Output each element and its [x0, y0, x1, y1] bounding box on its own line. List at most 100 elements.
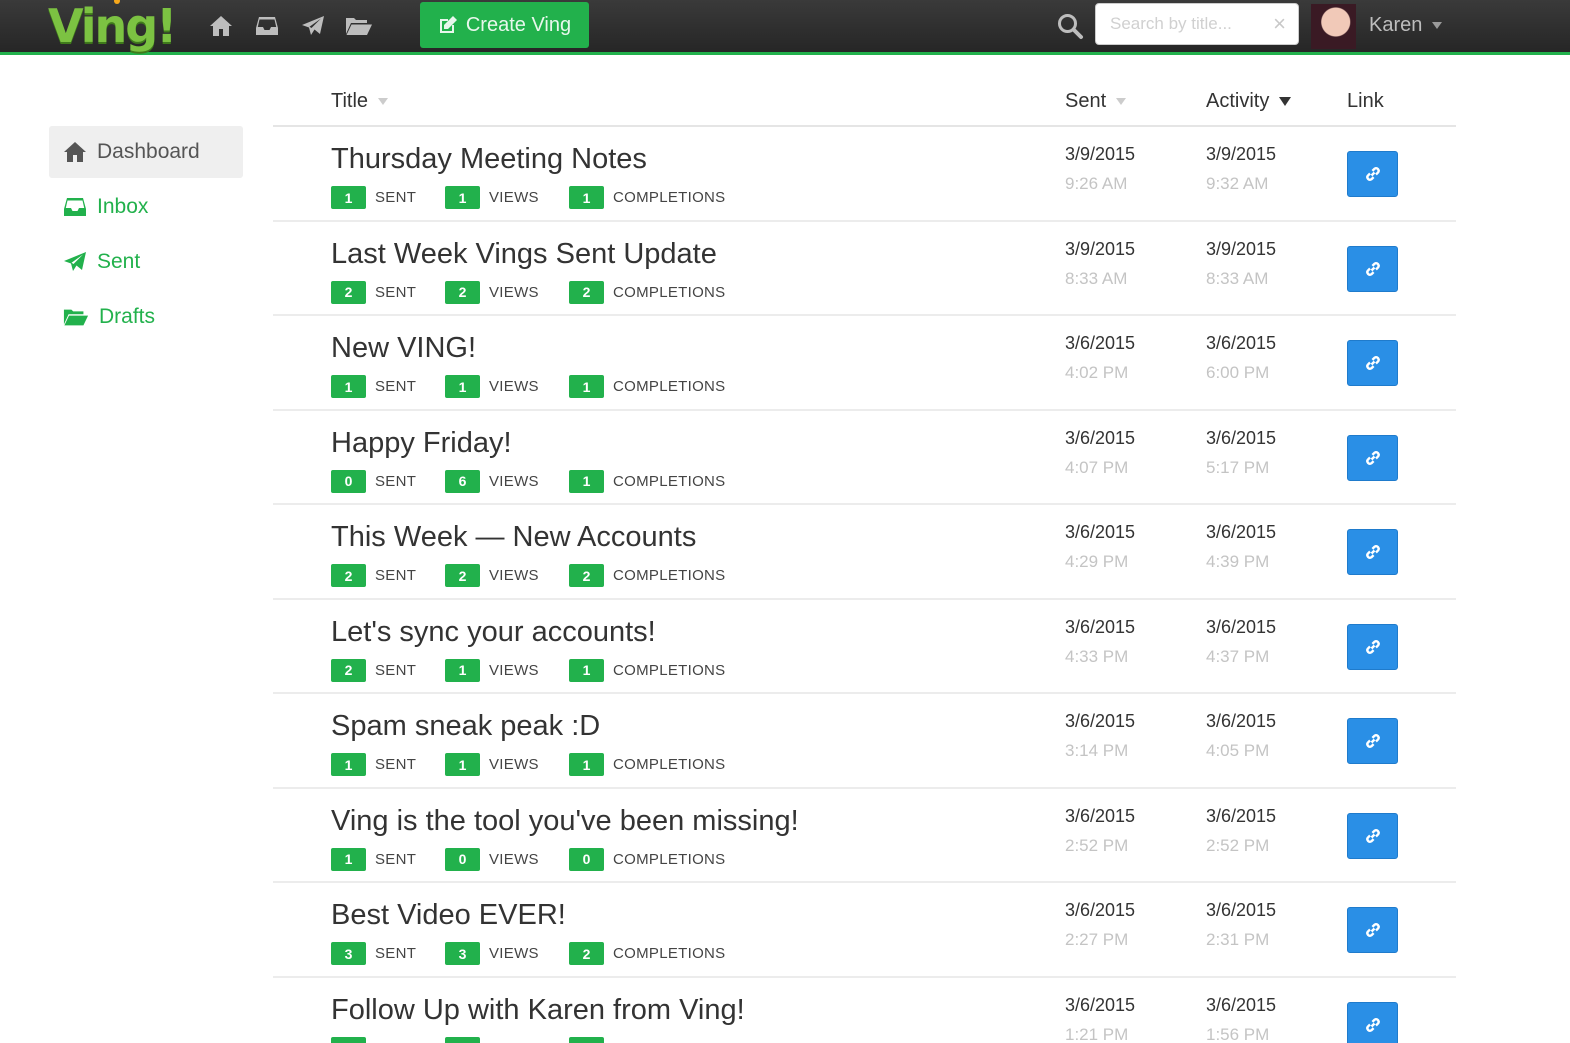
ving-stats: 0 SENT 6 VIEWS 1 COMPLETIONS — [331, 469, 726, 493]
copy-link-button[interactable] — [1347, 245, 1398, 292]
sidebar-item-sent[interactable]: Sent — [49, 236, 243, 288]
completions-label: COMPLETIONS — [613, 283, 726, 301]
clear-search-icon[interactable]: × — [1273, 12, 1286, 36]
sidebar-item-dashboard[interactable]: Dashboard — [49, 126, 243, 178]
create-ving-button[interactable]: Create Ving — [420, 2, 589, 48]
completions-label: COMPLETIONS — [613, 945, 726, 962]
user-name[interactable]: Karen — [1369, 14, 1422, 37]
stat-completions: 0 COMPLETIONS — [569, 847, 725, 871]
activity-time: 4:39 PM — [1206, 552, 1270, 571]
activity-datetime: 3/6/2015 2:31 PM — [1206, 900, 1316, 950]
sidebar-item-inbox[interactable]: Inbox — [49, 181, 243, 233]
stat-views: 3 VIEWS — [445, 942, 569, 965]
inbox-icon[interactable] — [251, 10, 283, 42]
sent-datetime: 3/6/2015 4:33 PM — [1065, 617, 1175, 667]
ving-title[interactable]: New VING! — [331, 332, 476, 365]
edit-icon — [439, 16, 457, 33]
views-count-badge: 1 — [445, 375, 480, 398]
stat-views: 2 VIEWS — [445, 564, 569, 587]
ving-title[interactable]: This Week — New Accounts — [331, 521, 696, 554]
column-header-sent[interactable]: Sent — [1065, 90, 1127, 113]
stat-views: 1 VIEWS — [445, 375, 569, 398]
sidebar-item-drafts[interactable]: Drafts — [49, 291, 243, 343]
table-row[interactable]: Last Week Vings Sent Update 2 SENT 2 VIE… — [273, 222, 1456, 316]
activity-time: 4:05 PM — [1206, 741, 1270, 760]
table-row[interactable]: Happy Friday! 0 SENT 6 VIEWS 1 COMPLETIO… — [273, 411, 1456, 505]
ving-title[interactable]: Spam sneak peak :D — [331, 710, 600, 743]
sent-date: 3/9/2015 — [1065, 144, 1136, 164]
ving-title[interactable]: Thursday Meeting Notes — [331, 143, 647, 176]
folder-open-icon[interactable] — [343, 10, 375, 42]
sent-datetime: 3/6/2015 4:07 PM — [1065, 428, 1175, 478]
activity-datetime: 3/6/2015 1:56 PM — [1206, 995, 1316, 1043]
stat-sent: 1 SENT — [331, 847, 445, 871]
table-row[interactable]: Follow Up with Karen from Ving! SENT VIE… — [273, 978, 1456, 1043]
ving-title[interactable]: Ving is the tool you've been missing! — [331, 805, 799, 838]
views-count-badge: 0 — [445, 847, 480, 871]
ving-title[interactable]: Last Week Vings Sent Update — [331, 238, 717, 271]
link-icon — [1365, 1017, 1380, 1032]
table-row[interactable]: This Week — New Accounts 2 SENT 2 VIEWS … — [273, 505, 1456, 600]
copy-link-button[interactable] — [1347, 812, 1398, 859]
user-avatar[interactable] — [1311, 4, 1356, 49]
activity-time: 2:52 PM — [1206, 835, 1270, 855]
paper-plane-icon[interactable] — [297, 10, 329, 42]
sent-count-badge: 1 — [331, 375, 366, 398]
table-body: Thursday Meeting Notes 1 SENT 1 VIEWS 1 … — [273, 127, 1456, 1043]
completions-count-badge: 2 — [569, 280, 604, 304]
sent-date: 3/9/2015 — [1065, 238, 1136, 259]
sent-label: SENT — [375, 567, 417, 584]
search-input[interactable] — [1096, 4, 1256, 44]
copy-link-button[interactable] — [1347, 434, 1398, 481]
completions-count-badge: 2 — [569, 942, 604, 965]
sent-label: SENT — [375, 661, 417, 679]
sent-datetime: 3/6/2015 4:29 PM — [1065, 522, 1175, 572]
sent-datetime: 3/9/2015 9:26 AM — [1065, 144, 1175, 194]
nav-icon-group — [205, 10, 375, 42]
sent-date: 3/6/2015 — [1065, 616, 1136, 637]
completions-count-badge: 1 — [569, 658, 604, 682]
table-row[interactable]: Spam sneak peak :D 1 SENT 1 VIEWS 1 COMP… — [273, 694, 1456, 789]
table-row[interactable]: Ving is the tool you've been missing! 1 … — [273, 789, 1456, 883]
table-row[interactable]: Let's sync your accounts! 2 SENT 1 VIEWS… — [273, 600, 1456, 694]
completions-count-badge: 1 — [569, 753, 604, 776]
search-icon[interactable] — [1056, 12, 1084, 40]
column-header-activity[interactable]: Activity — [1206, 90, 1292, 113]
ving-table: Title Sent Activity Link Thursday Meetin… — [273, 78, 1456, 1043]
stat-sent: 1 SENT — [331, 186, 445, 209]
sent-time: 4:07 PM — [1065, 457, 1129, 477]
stat-sent: SENT — [331, 1036, 445, 1043]
table-row[interactable]: Best Video EVER! 3 SENT 3 VIEWS 2 COMPLE… — [273, 883, 1456, 978]
ving-title[interactable]: Best Video EVER! — [331, 899, 566, 932]
copy-link-button[interactable] — [1347, 529, 1398, 575]
sent-count-badge: 1 — [331, 753, 366, 776]
views-label: VIEWS — [489, 378, 539, 395]
table-row[interactable]: Thursday Meeting Notes 1 SENT 1 VIEWS 1 … — [273, 127, 1456, 222]
user-menu-caret-icon[interactable] — [1432, 22, 1442, 29]
copy-link-button[interactable] — [1347, 907, 1398, 953]
ving-logo[interactable]: Ving! — [48, 0, 177, 53]
ving-title[interactable]: Follow Up with Karen from Ving! — [331, 994, 745, 1027]
ving-title[interactable]: Let's sync your accounts! — [331, 616, 656, 649]
completions-label: COMPLETIONS — [613, 472, 726, 490]
sent-date: 3/6/2015 — [1065, 805, 1136, 826]
sort-caret-icon — [378, 98, 389, 105]
copy-link-button[interactable] — [1347, 623, 1398, 670]
table-row[interactable]: New VING! 1 SENT 1 VIEWS 1 COMPLETIONS 3… — [273, 316, 1456, 411]
sent-count-badge — [331, 1036, 366, 1043]
column-header-title[interactable]: Title — [331, 90, 389, 113]
ving-title[interactable]: Happy Friday! — [331, 427, 512, 460]
copy-link-button[interactable] — [1347, 151, 1398, 197]
copy-link-button[interactable] — [1347, 718, 1398, 764]
copy-link-button[interactable] — [1347, 1001, 1398, 1043]
completions-count-badge — [569, 1036, 604, 1043]
link-icon — [1365, 828, 1380, 843]
link-icon — [1365, 639, 1380, 654]
stat-views: 1 VIEWS — [445, 658, 569, 682]
create-ving-label: Create Ving — [465, 13, 572, 36]
home-icon[interactable] — [205, 10, 237, 42]
copy-link-button[interactable] — [1347, 340, 1398, 386]
sidebar-item-label: Dashboard — [97, 140, 200, 163]
stat-completions: 1 COMPLETIONS — [569, 186, 725, 209]
link-icon — [1365, 734, 1380, 748]
